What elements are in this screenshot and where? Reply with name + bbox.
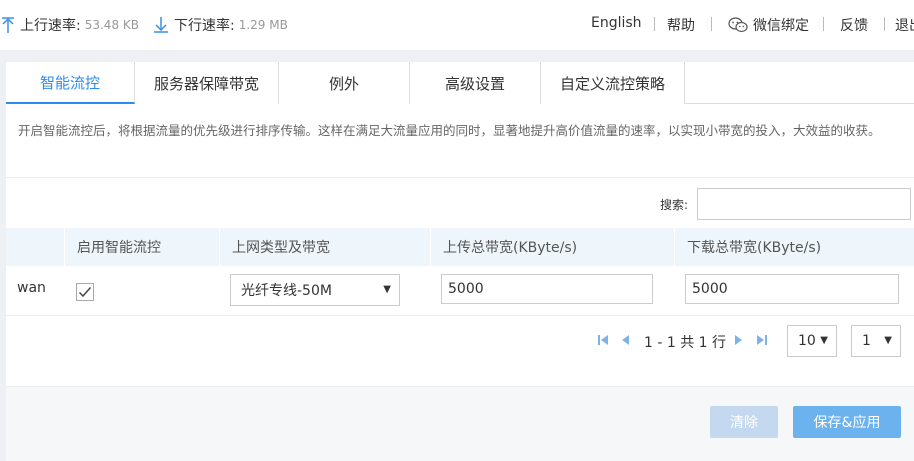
tab-advanced-settings[interactable]: 高级设置 [410,62,541,104]
line-type-value: 光纤专线-50M [241,283,332,299]
tab-smart-flow-control[interactable]: 智能流控 [6,62,135,104]
divider [6,177,914,178]
page-number-value: 1 [862,333,871,349]
pager-info: 1 - 1 共 1 行 [644,335,727,351]
column-header-interface [6,228,64,266]
page-size-value: 10 [798,333,816,349]
nav-separator [711,17,712,31]
help-link[interactable]: 帮助 [667,15,695,35]
nav-separator [823,17,824,31]
upload-speed-value: 53.48 KB [84,18,139,32]
column-header-line-type: 上网类型及带宽 [219,228,430,266]
table-row: wan 光纤专线-50M ▼ 5000 5000 [6,266,914,316]
download-speed-label: 下行速率: [174,18,235,34]
clear-button[interactable]: 清除 [710,406,778,438]
column-header-upload: 上传总带宽(KByte/s) [430,228,674,266]
wechat-bind-label: 微信绑定 [753,18,809,34]
action-footer: 清除 保存&应用 [6,386,914,461]
dropdown-arrow-icon: ▼ [820,335,828,346]
upload-speed: 上行速率: 53.48 KB [2,15,139,35]
tab-server-bandwidth[interactable]: 服务器保障带宽 [135,62,279,104]
dropdown-arrow-icon: ▼ [884,335,892,346]
logout-link[interactable]: 退出 [895,15,914,35]
tab-exceptions[interactable]: 例外 [279,62,410,104]
enable-checkbox[interactable] [76,283,94,301]
download-bandwidth-input[interactable]: 5000 [685,274,899,304]
nav-separator [884,17,885,31]
feedback-link[interactable]: 反馈 [840,15,868,35]
main-panel: 智能流控 服务器保障带宽 例外 高级设置 自定义流控策略 开启智能流控后，将根据… [6,62,914,461]
pager-last-icon[interactable] [756,334,768,346]
top-bar: 上行速率: 53.48 KB 下行速率: 1.29 MB English 帮助 … [0,0,914,50]
upload-speed-label: 上行速率: [20,18,81,34]
page-size-select[interactable]: 10 ▼ [787,325,837,357]
search-input[interactable] [697,188,911,220]
dropdown-arrow-icon: ▼ [383,284,391,295]
pager-prev-icon[interactable] [620,334,630,346]
upload-bandwidth-input[interactable]: 5000 [441,274,653,304]
tab-custom-policy[interactable]: 自定义流控策略 [541,62,685,104]
page-number-select[interactable]: 1 ▼ [851,325,901,357]
pager-first-icon[interactable] [597,334,609,346]
column-header-download: 下载总带宽(KByte/s) [674,228,914,266]
search-label: 搜索: [660,198,689,212]
interface-name: wan [17,280,46,296]
wechat-icon [728,17,748,33]
pager-next-icon[interactable] [734,334,744,346]
table-header: 启用智能流控 上网类型及带宽 上传总带宽(KByte/s) 下载总带宽(KByt… [6,228,914,266]
save-apply-button[interactable]: 保存&应用 [793,406,901,438]
download-speed: 下行速率: 1.29 MB [154,15,288,35]
feature-description: 开启智能流控后，将根据流量的优先级进行排序传输。这样在满足大流量应用的同时，显著… [18,123,881,138]
nav-separator [654,17,655,31]
line-type-select[interactable]: 光纤专线-50M ▼ [230,274,400,306]
tab-bar: 智能流控 服务器保障带宽 例外 高级设置 自定义流控策略 [6,62,914,104]
download-arrow-icon [154,17,168,33]
checkmark-icon [78,287,92,298]
wechat-bind-link[interactable]: 微信绑定 [728,15,809,35]
upload-arrow-icon [2,17,14,33]
column-header-enable: 启用智能流控 [64,228,219,266]
english-link[interactable]: English [591,15,642,31]
download-speed-value: 1.29 MB [238,18,288,32]
